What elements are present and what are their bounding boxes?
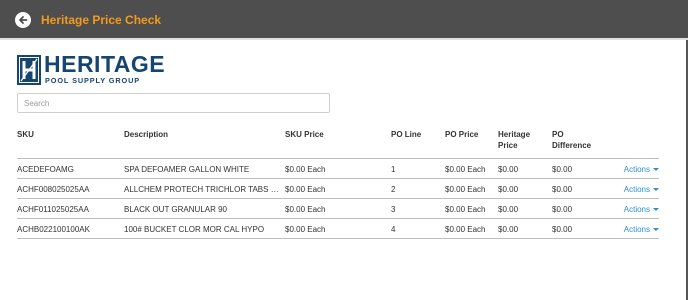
cell-sku-price: $0.00 Each [285, 205, 326, 214]
actions-label: Actions [623, 185, 650, 194]
cell-po-difference: $0.00 [552, 205, 573, 214]
actions-dropdown[interactable]: Actions [624, 225, 659, 235]
column-header-heritage-price[interactable]: Heritage Price [498, 129, 530, 151]
cell-sku: ACHF008025025AA [17, 185, 90, 194]
column-header-sku-price[interactable]: SKU Price [285, 129, 324, 140]
back-arrow-glyph [19, 16, 28, 24]
cell-po-difference: $0.00 [552, 185, 573, 194]
cell-po-line: 2 [391, 185, 396, 194]
column-header-po-difference-line2: Difference [552, 141, 592, 150]
cell-po-price: $0.00 Each [445, 205, 486, 214]
actions-dropdown[interactable]: Actions [624, 185, 659, 195]
cell-po-difference: $0.00 [552, 225, 573, 234]
logo-tagline: POOL SUPPLY GROUP [45, 76, 141, 85]
cell-description: 100# BUCKET CLOR MOR CAL HYPO [124, 225, 265, 234]
table-row[interactable]: ACHF011025025AA BLACK OUT GRANULAR 90 $0… [17, 199, 659, 219]
cell-description: ALLCHEM PROTECH TRICHLOR TABS UN... [124, 185, 280, 194]
column-header-heritage-price-line1: Heritage [498, 130, 531, 139]
heritage-logo-mark [17, 55, 41, 85]
column-header-description[interactable]: Description [124, 129, 168, 140]
actions-dropdown[interactable]: Actions [624, 165, 659, 175]
column-header-sku[interactable]: SKU [17, 129, 34, 140]
table-row[interactable]: ACEDEFOAMG SPA DEFOAMER GALLON WHITE $0.… [17, 159, 659, 179]
caret-down-icon [653, 168, 659, 172]
cell-heritage-price: $0.00 [498, 165, 519, 174]
cell-po-price: $0.00 Each [445, 225, 486, 234]
column-header-heritage-price-line2: Price [498, 141, 518, 150]
cell-po-line: 4 [391, 225, 396, 234]
cell-heritage-price: $0.00 [498, 225, 519, 234]
caret-down-icon [653, 228, 659, 232]
caret-down-icon [653, 208, 659, 212]
caret-down-icon [653, 188, 659, 192]
cell-po-line: 3 [391, 205, 396, 214]
cell-sku-price: $0.00 Each [285, 185, 326, 194]
cell-po-difference: $0.00 [552, 165, 573, 174]
back-arrow-icon[interactable] [15, 12, 31, 28]
actions-label: Actions [623, 165, 650, 174]
cell-po-line: 1 [391, 165, 396, 174]
cell-sku: ACEDEFOAMG [17, 165, 74, 174]
cell-sku-price: $0.00 Each [285, 165, 326, 174]
cell-description: SPA DEFOAMER GALLON WHITE [124, 165, 250, 174]
cell-po-price: $0.00 Each [445, 185, 486, 194]
column-header-po-line[interactable]: PO Line [391, 129, 421, 140]
table-row[interactable]: ACHF008025025AA ALLCHEM PROTECH TRICHLOR… [17, 179, 659, 199]
cell-heritage-price: $0.00 [498, 185, 519, 194]
cell-po-price: $0.00 Each [445, 165, 486, 174]
heritage-logo: HERITAGE POOL SUPPLY GROUP [17, 51, 169, 85]
cell-sku-price: $0.00 Each [285, 225, 326, 234]
column-header-po-price[interactable]: PO Price [445, 129, 478, 140]
actions-label: Actions [623, 205, 650, 214]
actions-label: Actions [623, 225, 650, 234]
app-header: Heritage Price Check [0, 0, 688, 40]
actions-dropdown[interactable]: Actions [624, 205, 659, 215]
logo-wordmark: HERITAGE [44, 51, 166, 77]
cell-description: BLACK OUT GRANULAR 90 [124, 205, 227, 214]
cell-sku: ACHB022100100AK [17, 225, 90, 234]
table-row[interactable]: ACHB022100100AK 100# BUCKET CLOR MOR CAL… [17, 219, 659, 239]
cell-heritage-price: $0.00 [498, 205, 519, 214]
page-title: Heritage Price Check [41, 13, 162, 27]
cell-sku: ACHF011025025AA [17, 205, 89, 214]
column-header-po-difference-line1: PO [552, 130, 564, 139]
search-input[interactable] [17, 93, 330, 113]
column-header-po-difference[interactable]: PO Difference [552, 129, 591, 151]
